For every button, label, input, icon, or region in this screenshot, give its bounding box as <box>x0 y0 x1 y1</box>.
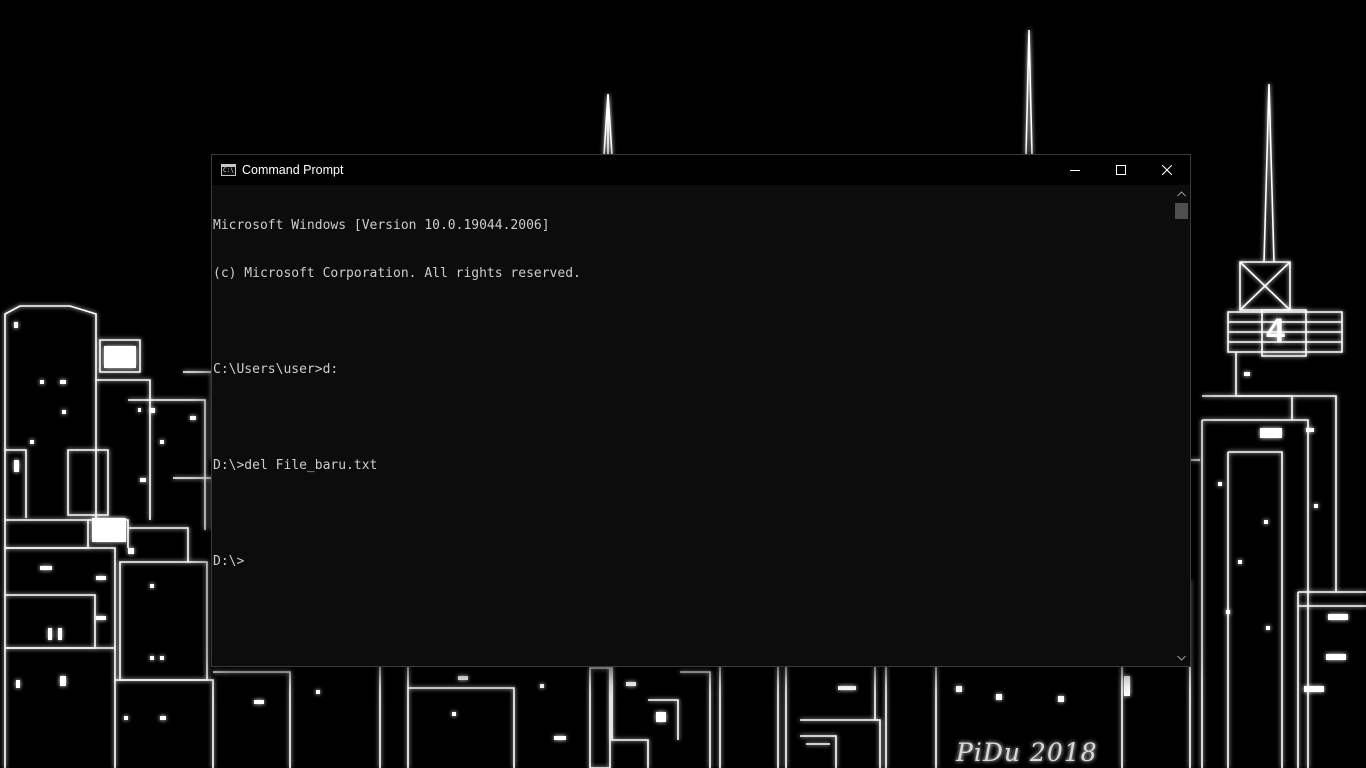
close-icon <box>1162 165 1172 175</box>
maximize-button[interactable] <box>1098 155 1144 185</box>
scrollbar-thumb[interactable] <box>1175 203 1188 219</box>
command-prompt-window[interactable]: C:\ Command Prompt Microsoft Windows [Ve… <box>212 155 1190 666</box>
wallpaper-signature: PiDu 2018 <box>956 738 1098 767</box>
scroll-down-button[interactable] <box>1173 649 1190 666</box>
console-line: Microsoft Windows [Version 10.0.19044.20… <box>213 218 550 233</box>
chevron-up-icon <box>1177 190 1186 196</box>
wallpaper-building-number: 4 <box>1266 312 1285 350</box>
maximize-icon <box>1116 165 1126 175</box>
console-line: C:\Users\user>d: <box>213 362 339 377</box>
chevron-down-icon <box>1177 655 1186 661</box>
vertical-scrollbar[interactable] <box>1173 185 1190 666</box>
minimize-button[interactable] <box>1052 155 1098 185</box>
cmd-icon[interactable]: C:\ <box>221 164 236 176</box>
console-prompt-line[interactable]: D:\> <box>213 554 1171 570</box>
minimize-icon <box>1070 170 1080 171</box>
scroll-up-button[interactable] <box>1173 185 1190 202</box>
window-title: Command Prompt <box>242 163 344 177</box>
console-output[interactable]: Microsoft Windows [Version 10.0.19044.20… <box>213 185 1171 666</box>
window-controls <box>1052 155 1190 185</box>
title-bar[interactable]: C:\ Command Prompt <box>212 155 1190 185</box>
console-line: (c) Microsoft Corporation. All rights re… <box>213 266 581 281</box>
close-button[interactable] <box>1144 155 1190 185</box>
console-line: D:\>del File_baru.txt <box>213 458 378 473</box>
